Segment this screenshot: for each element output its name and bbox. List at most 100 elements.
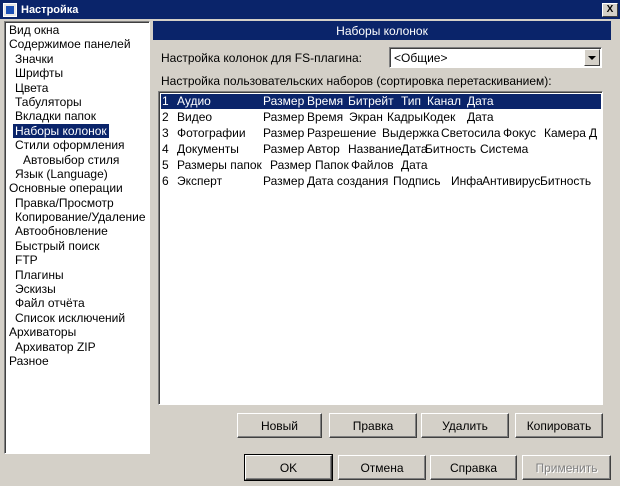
help-button[interactable]: Справка (430, 455, 517, 480)
tree-item-label: Разное (9, 353, 49, 368)
fs-plugin-select[interactable]: <Общие> (389, 47, 602, 68)
delete-button[interactable]: Удалить (421, 413, 509, 438)
tree-item-label: Список исключений (15, 310, 126, 325)
column-set-row[interactable]: 3 Фотографии Размер Разрешение Выдержка Свето… (161, 126, 601, 141)
tree-item[interactable]: Копирование/Удаление (5, 210, 149, 224)
sets-label: Настройка пользовательских наборов (сорт… (161, 74, 552, 88)
column-set-name: Видео (177, 110, 213, 124)
column-set-column: Инфа (451, 174, 483, 188)
column-set-column: Дата (401, 142, 428, 156)
close-button[interactable]: X (602, 2, 618, 17)
tree-item[interactable]: Файл отчёта (5, 296, 149, 310)
column-set-name: Аудио (177, 94, 211, 108)
tree-item[interactable]: Быстрый поиск (5, 239, 149, 253)
close-icon: X (606, 3, 614, 15)
tree-item-label: Содержимое панелей (9, 37, 131, 52)
column-set-row[interactable]: 2 Видео Размер Время Экран Кадры Кодек Дата (161, 110, 601, 125)
tree-item[interactable]: Разное (5, 354, 149, 368)
tree-item-label: Правка/Просмотр (15, 195, 114, 210)
tree-item-label: Цвета (15, 80, 49, 95)
column-set-column: Светосила (441, 126, 501, 140)
column-set-name: Документы (177, 142, 239, 156)
tree-item-label: Плагины (15, 267, 64, 282)
tree-item[interactable]: Правка/Просмотр (5, 196, 149, 210)
tree-item[interactable]: Плагины (5, 268, 149, 282)
cancel-button[interactable]: Отмена (338, 455, 426, 480)
column-set-number: 4 (162, 142, 169, 156)
column-set-name: Фотографии (177, 126, 246, 140)
column-sets-list[interactable]: 1 Аудио Размер Время Битрейт Тип Канал Дата 2 Вид… (158, 91, 603, 405)
column-set-column: Экран (349, 110, 383, 124)
column-set-number: 1 (162, 94, 169, 108)
tree-item[interactable]: Язык (Language) (5, 167, 149, 181)
chevron-down-icon (588, 55, 596, 60)
column-set-row[interactable]: 4 Документы Размер Автор Название Дата Битност… (161, 142, 601, 157)
column-set-column: Размер (263, 142, 305, 156)
tree-item[interactable]: Вкладки папок (5, 109, 149, 123)
column-set-column: Размер (263, 126, 305, 140)
tree-item[interactable]: Автовыбор стиля (5, 153, 149, 167)
column-set-column: Файлов (351, 158, 394, 172)
column-set-column: Камера (544, 126, 586, 140)
tree-item-label: Основные операции (9, 181, 123, 196)
tree-item[interactable]: Наборы колонок (5, 123, 149, 138)
tree-item[interactable]: FTP (5, 253, 149, 267)
apply-button[interactable]: Применить (522, 455, 611, 480)
tree-item[interactable]: Архиватор ZIP (5, 340, 149, 354)
tree-item-label: Наборы колонок (13, 123, 109, 138)
column-set-column: Система (480, 142, 529, 156)
tree-item-label: Шрифты (15, 66, 64, 81)
new-button[interactable]: Новый (237, 413, 322, 438)
fs-plugin-select-value: <Общие> (394, 51, 448, 65)
column-set-name: Размеры папок (177, 158, 262, 172)
column-set-number: 3 (162, 126, 169, 140)
tree-item-label: Архиваторы (9, 325, 77, 340)
tree-item[interactable]: Эскизы (5, 282, 149, 296)
column-set-column: Дата (401, 158, 428, 172)
tree-item[interactable]: Цвета (5, 81, 149, 95)
settings-window: Настройка X Вид окна Содержимое панелей Зн… (0, 0, 620, 486)
tree-item-label: Копирование/Удаление (15, 210, 146, 225)
tree-item[interactable]: Стили оформления (5, 138, 149, 152)
title-bar: Настройка X (0, 0, 620, 19)
column-set-number: 5 (162, 158, 169, 172)
tree-item-label: Файл отчёта (15, 296, 85, 311)
edit-button[interactable]: Правка (329, 413, 417, 438)
column-set-column: Антивирус (482, 174, 541, 188)
tree-item[interactable]: Основные операции (5, 181, 149, 195)
tree-item[interactable]: Список исключений (5, 311, 149, 325)
column-set-column: Дата (467, 110, 494, 124)
tree-item[interactable]: Содержимое панелей (5, 37, 149, 51)
column-set-column: Автор (307, 142, 340, 156)
copy-button[interactable]: Копировать (515, 413, 603, 438)
tree-item[interactable]: Значки (5, 52, 149, 66)
column-set-column: Выдержка (382, 126, 440, 140)
tree-item-label: Язык (Language) (15, 166, 108, 181)
tree-item[interactable]: Вид окна (5, 23, 149, 37)
column-set-column: Время (307, 94, 344, 108)
tree-item[interactable]: Архиваторы (5, 325, 149, 339)
tree-item[interactable]: Шрифты (5, 66, 149, 80)
column-set-column: Тип (401, 94, 422, 108)
column-set-column: Размер (270, 158, 312, 172)
column-set-row[interactable]: 1 Аудио Размер Время Битрейт Тип Канал Дата (161, 94, 601, 109)
panel-header: Наборы колонок (153, 21, 611, 40)
settings-tree[interactable]: Вид окна Содержимое панелей Значки Шрифты Цв… (4, 21, 150, 454)
tree-item-label: Быстрый поиск (15, 238, 100, 253)
ok-button[interactable]: OK (244, 454, 333, 481)
tree-item-label: Вкладки папок (15, 109, 96, 124)
dropdown-button[interactable] (584, 49, 600, 66)
window-title: Настройка (21, 3, 79, 16)
app-icon (3, 2, 17, 17)
column-set-column: Название (348, 142, 402, 156)
column-set-column: Кодек (423, 110, 456, 124)
column-set-column: Размер (263, 174, 305, 188)
column-set-column: Кадры (387, 110, 423, 124)
column-set-row[interactable]: 5 Размеры папок Размер Папок Файлов Дата (161, 158, 601, 173)
tree-item-label: FTP (15, 253, 38, 268)
column-set-row[interactable]: 6 Эксперт Размер Дата создания Подпись Инфа Ан… (161, 174, 601, 189)
column-set-column: Битность (425, 142, 477, 156)
tree-item[interactable]: Автообновление (5, 224, 149, 238)
column-set-column: Разрешение (307, 126, 377, 140)
tree-item[interactable]: Табуляторы (5, 95, 149, 109)
